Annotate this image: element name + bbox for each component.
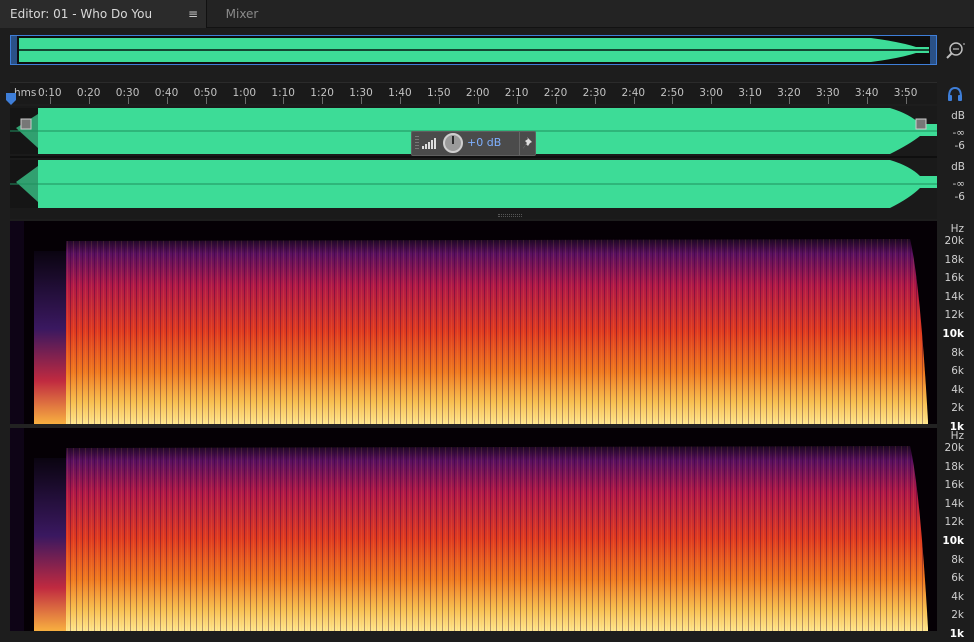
ruler-tick-mark (477, 97, 479, 104)
waveform-view[interactable] (10, 106, 937, 212)
pin-icon[interactable] (522, 136, 535, 150)
hz-label: 10k (942, 535, 964, 547)
db-label: -∞ (952, 127, 965, 139)
amplitude-hud[interactable]: +0 dB (411, 131, 536, 156)
ruler-tick-mark (50, 97, 51, 104)
ruler-tick-mark (400, 97, 402, 104)
ruler-tick-mark (789, 97, 791, 104)
db-unit-label: dB (951, 110, 965, 122)
audio-editor-window: Editor: 01 - Who Do You Call.mp3 ≡ Mixer… (0, 0, 974, 642)
hz-label: 12k (944, 516, 964, 529)
hz-label: 1k (949, 628, 964, 640)
spectrogram-graphic (10, 221, 937, 424)
time-ruler[interactable]: hms 0:10 0:20 0:30 0:40 0:50 1:00 1:10 1:20 1:30… (10, 82, 937, 104)
overview-waveform[interactable] (10, 35, 937, 65)
ruler-unit-label: hms (14, 87, 37, 99)
ruler-tick-mark (905, 97, 907, 104)
hz-unit-label: Hz (950, 223, 964, 235)
ruler-tick-mark (244, 97, 246, 104)
hz-label: 14k (944, 497, 964, 510)
hz-label: 6k (951, 572, 964, 585)
hz-label: 8k (951, 346, 964, 359)
waveform-graphic (10, 108, 937, 208)
hz-label: 14k (944, 290, 964, 303)
hz-label: 12k (944, 309, 964, 322)
frequency-scale-right: Hz 20k 18k 16k 14k 12k 10k 8k 6k 4k 2k 1k (940, 428, 974, 640)
hz-label: 2k (951, 402, 964, 415)
ruler-tick-mark (127, 97, 129, 104)
hz-label: 18k (944, 460, 964, 473)
hz-label: 10k (942, 328, 964, 340)
db-label: -∞ (952, 178, 965, 190)
hz-label: 2k (951, 609, 964, 622)
ruler-tick-mark (88, 97, 90, 104)
tab-bar: Editor: 01 - Who Do You Call.mp3 ≡ Mixer (0, 0, 974, 49)
ruler-tick-mark (828, 97, 829, 104)
db-unit-label: dB (951, 161, 965, 173)
hz-label: 4k (951, 383, 964, 396)
hz-label: 16k (944, 479, 964, 492)
overview-waveform-graphic (11, 36, 936, 64)
ruler-tick-mark (594, 97, 596, 104)
hz-label: 8k (951, 553, 964, 566)
ruler-tick-mark (866, 97, 868, 104)
hud-grip-handle[interactable] (415, 136, 419, 151)
db-label: -6 (954, 191, 965, 203)
ruler-tick-mark (322, 97, 324, 104)
db-label: -6 (954, 140, 965, 152)
headphones-icon[interactable] (946, 86, 964, 102)
ruler-tick-mark (555, 97, 557, 104)
frequency-scale-left: Hz 20k 18k 16k 14k 12k 10k 8k 6k 4k 2k 1k (940, 221, 974, 433)
volume-knob[interactable] (443, 133, 463, 153)
hz-label: 6k (951, 365, 964, 378)
spectral-view-left-channel[interactable] (10, 221, 937, 424)
tab-menu-icon[interactable]: ≡ (188, 0, 198, 28)
db-scale: dB -∞ -6 dB -∞ -6 (940, 106, 974, 212)
hz-label: 18k (944, 253, 964, 266)
zoom-icon[interactable] (944, 40, 966, 62)
ruler-tick-mark (633, 97, 635, 104)
volume-bars-icon (422, 138, 436, 149)
ruler-tick-mark (516, 97, 518, 104)
spectrogram-graphic (10, 428, 937, 631)
hz-label: 16k (944, 272, 964, 285)
ruler-tick-mark (711, 97, 713, 104)
spectral-view-right-channel[interactable] (10, 428, 937, 631)
hz-label: 4k (951, 590, 964, 603)
view-splitter[interactable] (10, 212, 937, 219)
ruler-tick-mark (283, 97, 285, 104)
ruler-tick-mark (439, 97, 440, 104)
hz-label: 20k (944, 235, 964, 247)
playhead-marker[interactable] (6, 93, 16, 105)
ruler-tick-mark (750, 97, 752, 104)
tab-mixer[interactable]: Mixer (207, 0, 277, 28)
tab-editor[interactable]: Editor: 01 - Who Do You Call.mp3 ≡ (0, 0, 207, 49)
hud-divider (519, 132, 520, 155)
ruler-tick-mark (205, 97, 207, 104)
ruler-tick-mark (672, 97, 674, 104)
splitter-grip[interactable] (498, 214, 522, 217)
hz-unit-label: Hz (950, 430, 964, 442)
ruler-tick-mark (166, 97, 168, 104)
volume-value[interactable]: +0 dB (467, 136, 501, 149)
ruler-tick-mark (361, 97, 363, 104)
hz-label: 20k (944, 442, 964, 454)
